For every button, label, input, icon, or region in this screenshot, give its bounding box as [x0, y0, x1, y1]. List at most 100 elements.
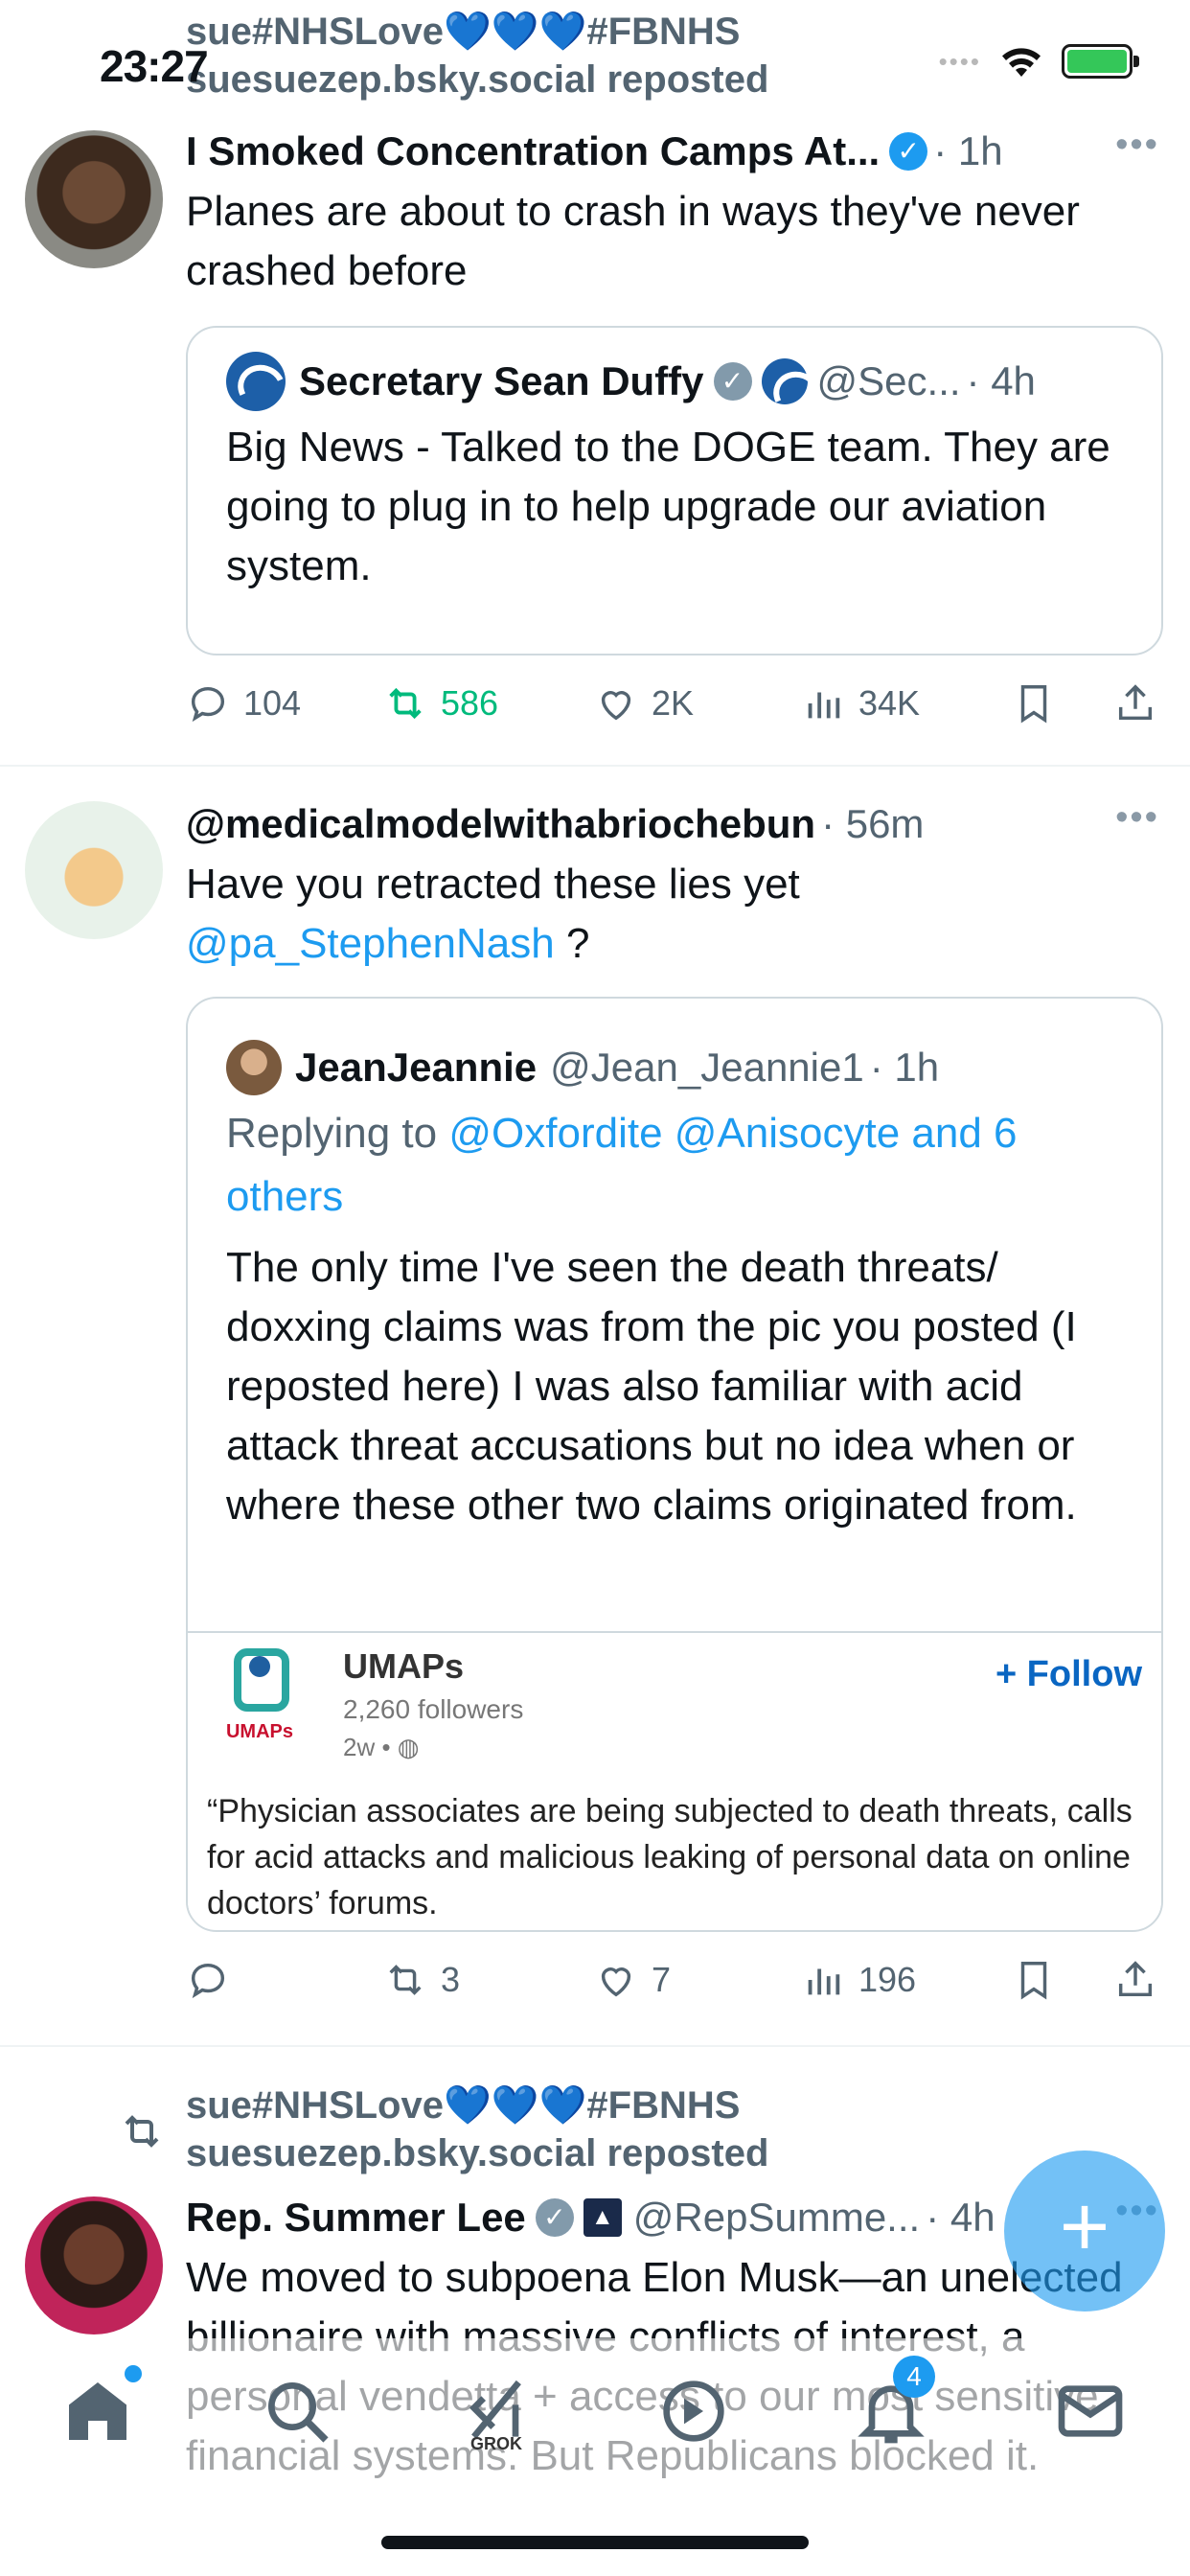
- quote-text: Big News - Talked to the DOGE team. They…: [226, 424, 1110, 589]
- repost-attribution[interactable]: sue#NHSLove💙💙💙#FBNHS suesuezep.bsky.soci…: [186, 2082, 768, 2177]
- cellular-signal-icon: ••••: [938, 46, 981, 76]
- embed-org-name: UMAPs: [343, 1646, 465, 1686]
- heart-icon: [601, 691, 631, 721]
- quoted-post[interactable]: JeanJeannie @Jean_Jeannie1 · 1h Replying…: [186, 997, 1163, 1932]
- status-icons: ••••: [938, 44, 1139, 79]
- grok-label: GROK: [470, 2434, 522, 2453]
- views-button[interactable]: 196: [801, 1958, 1012, 2002]
- replying-to: Replying to @Oxfordite @Anisocyte and 6 …: [226, 1102, 1123, 1229]
- umaps-logo-text: UMAPs: [225, 1721, 293, 1742]
- tab-grok[interactable]: GROK: [458, 2373, 535, 2453]
- action-bar: 3 7 196: [186, 1951, 1163, 2009]
- share-icon: [1118, 1961, 1153, 1997]
- post-handle: @RepSumme...: [632, 2195, 921, 2240]
- embedded-image: UMAPs UMAPs + Follow 2,260 followers 2w …: [188, 1631, 1161, 1928]
- embed-follow-button: + Follow: [995, 1654, 1142, 1694]
- quote-time: · 1h: [869, 1045, 940, 1090]
- verified-badge-icon: ✓: [889, 132, 928, 171]
- quote-text: The only time I've seen the death threat…: [226, 1244, 1077, 1529]
- quote-handle: @Sec...: [816, 358, 961, 403]
- affiliate-logo-icon: [761, 358, 808, 404]
- heart-icon: [601, 1967, 631, 1997]
- compose-button[interactable]: +: [1004, 2150, 1165, 2312]
- post-text: Planes are about to crash in ways they'v…: [186, 188, 1080, 294]
- reply-button[interactable]: [186, 1958, 383, 2002]
- repost-icon: [389, 687, 422, 720]
- tab-home[interactable]: [59, 2365, 142, 2450]
- quoted-post[interactable]: Secretary Sean Duffy ✓ @Sec... · 4h Big …: [186, 326, 1163, 656]
- bookmark-icon: [1020, 1962, 1047, 2000]
- tab-notifications[interactable]: 4: [853, 2356, 935, 2450]
- quote-avatar: [226, 1040, 282, 1095]
- post[interactable]: I Smoked Concentration Camps At... ✓ · 1…: [0, 115, 1190, 767]
- tab-search[interactable]: [259, 2373, 335, 2450]
- search-icon: [268, 2382, 329, 2443]
- globe-icon: ◍: [397, 1733, 420, 1761]
- repost-icon: [389, 1965, 422, 1995]
- gov-badge-icon: ✓: [713, 362, 752, 401]
- share-button[interactable]: [1113, 681, 1157, 725]
- wifi-icon: [1002, 48, 1041, 77]
- reply-icon: [191, 1963, 225, 1999]
- post-time: · 4h: [926, 2195, 995, 2240]
- post-time: · 56m: [821, 801, 925, 846]
- share-icon: [1118, 684, 1153, 721]
- view-count: 196: [858, 1960, 917, 1999]
- reply-icon: [191, 686, 225, 723]
- share-button[interactable]: [1113, 1958, 1157, 2002]
- view-count: 34K: [858, 683, 921, 723]
- repost-user: sue#NHSLove: [186, 2084, 444, 2127]
- like-count: 2K: [652, 683, 695, 723]
- more-options-icon[interactable]: •••: [1115, 125, 1159, 166]
- like-button[interactable]: 7: [594, 1958, 801, 2002]
- bookmark-button[interactable]: [1012, 681, 1113, 725]
- author-name[interactable]: I Smoked Concentration Camps At...: [186, 128, 880, 174]
- post-text: Have you retracted these lies yet @pa_St…: [186, 855, 1163, 974]
- repost-tag: #FBNHS: [586, 2084, 741, 2127]
- reply-button[interactable]: 104: [186, 681, 383, 725]
- bookmark-button[interactable]: [1012, 1958, 1113, 2002]
- post-header: @medicalmodelwithabriochebun · 56m: [186, 795, 1163, 853]
- home-icon: [69, 2382, 126, 2440]
- repost-button[interactable]: 586: [383, 681, 594, 725]
- quote-author: JeanJeannie: [295, 1045, 538, 1090]
- views-button[interactable]: 34K: [801, 681, 1012, 725]
- avatar[interactable]: [25, 130, 163, 268]
- envelope-icon: [1058, 2385, 1123, 2437]
- tab-spaces[interactable]: [655, 2373, 732, 2450]
- notification-badge: 4: [893, 2356, 935, 2398]
- status-bar: 23:27 ••••: [0, 0, 1190, 125]
- repost-count: 3: [441, 1960, 461, 1999]
- avatar[interactable]: [25, 2196, 163, 2334]
- post[interactable]: @medicalmodelwithabriochebun · 56m Have …: [0, 767, 1190, 2047]
- battery-icon: [1062, 44, 1139, 79]
- repost-count: 586: [441, 683, 499, 723]
- author-name[interactable]: Rep. Summer Lee: [186, 2195, 526, 2241]
- avatar[interactable]: [25, 801, 163, 939]
- dot-logo-icon: [226, 352, 286, 411]
- author-name[interactable]: @medicalmodelwithabriochebun: [186, 801, 815, 847]
- embed-age: 2w • ◍: [343, 1733, 419, 1762]
- new-posts-dot: [125, 2365, 142, 2382]
- action-bar: 104 586 2K 34K: [186, 675, 1163, 732]
- quote-header: JeanJeannie @Jean_Jeannie1 · 1h: [226, 1039, 1123, 1096]
- umaps-logo: UMAPs: [217, 1648, 303, 1744]
- repost-handle: suesuezep.bsky.social reposted: [186, 2132, 769, 2174]
- more-options-icon[interactable]: •••: [1115, 797, 1159, 839]
- capitol-icon: ▲: [583, 2198, 622, 2237]
- divider: [0, 2045, 1190, 2047]
- quote-author: Secretary Sean Duffy: [299, 358, 704, 403]
- mention-link[interactable]: @pa_StephenNash: [186, 920, 555, 967]
- post-header: I Smoked Concentration Camps At... ✓ · 1…: [186, 123, 1163, 180]
- status-time: 23:27: [100, 41, 209, 91]
- post-time: · 1h: [933, 128, 1003, 173]
- tab-messages[interactable]: [1052, 2373, 1129, 2450]
- embed-quote: “Physician associates are being subjecte…: [207, 1793, 1133, 1921]
- embed-followers: 2,260 followers: [343, 1694, 524, 1724]
- like-count: 7: [652, 1960, 672, 1999]
- like-button[interactable]: 2K: [594, 681, 801, 725]
- repost-button[interactable]: 3: [383, 1958, 594, 2002]
- gov-badge-icon: ✓: [535, 2198, 574, 2237]
- quote-header: Secretary Sean Duffy ✓ @Sec... · 4h: [226, 352, 1123, 411]
- replying-prefix: Replying to: [226, 1110, 449, 1157]
